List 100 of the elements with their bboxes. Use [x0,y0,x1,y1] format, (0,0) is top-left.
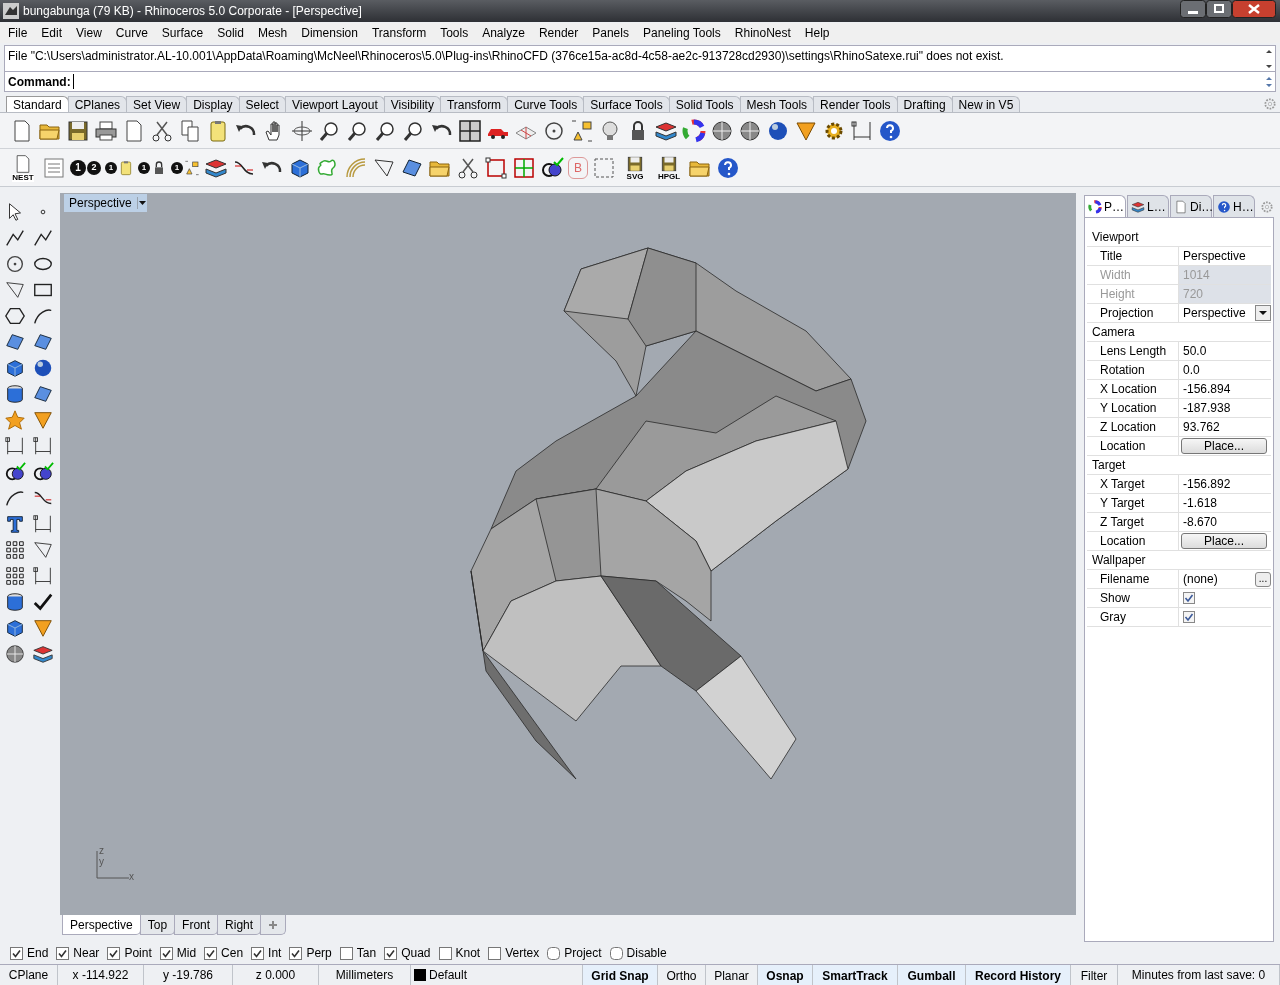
four-panes-icon[interactable] [458,118,482,143]
toolbar-tab[interactable]: Surface Tools [583,96,670,112]
printer-icon[interactable] [94,118,118,143]
panel-tab[interactable]: H… [1213,195,1255,217]
triangle-icon[interactable] [32,539,54,561]
osnap-label[interactable]: Tan [356,944,377,962]
property-value[interactable]: Perspective [1183,246,1246,266]
toolbar-tab[interactable]: Select [238,96,286,112]
checkbox[interactable] [1183,592,1195,604]
checkbox[interactable] [251,946,265,960]
toolbar-tab[interactable]: Set View [126,96,188,112]
text-tool-icon[interactable] [4,513,26,535]
property-value[interactable]: -8.670 [1183,512,1218,532]
close-icon[interactable] [1232,0,1276,18]
toolbar-tab[interactable]: Viewport Layout [284,96,385,112]
checkbox[interactable] [159,946,173,960]
triangle-icon[interactable] [4,279,26,301]
export-button[interactable]: SVG [620,154,650,181]
menu-item[interactable]: View [69,24,109,42]
checkbox[interactable] [339,946,353,960]
cube-icon[interactable] [4,617,26,639]
menu-item[interactable]: Dimension [294,24,365,42]
menu-item[interactable]: Curve [108,24,155,42]
place-button[interactable]: Place... [1181,438,1267,454]
status-toggle[interactable]: Gumball [898,965,966,985]
sphere-icon[interactable] [710,118,734,143]
menu-item[interactable]: Panels [585,24,636,42]
property-value[interactable]: -156.892 [1183,474,1231,494]
add-viewport-button[interactable] [260,915,287,935]
checkbox[interactable] [609,946,623,960]
checkbox[interactable] [10,946,23,960]
menu-item[interactable]: Analyze [475,24,532,42]
cylinder-icon[interactable] [4,383,26,405]
clipboard-icon[interactable] [118,159,134,176]
cube-icon[interactable] [4,357,26,379]
osnap-label[interactable]: Mid [176,944,197,962]
dimension-icon[interactable] [32,565,54,587]
osnap-label[interactable]: Int [268,944,282,962]
property-value[interactable]: 93.762 [1183,417,1220,437]
checkbox[interactable] [438,946,452,960]
cone-icon[interactable] [32,409,54,431]
property-value[interactable]: -187.938 [1183,398,1231,418]
shapes-icon[interactable] [570,118,594,143]
osnap-label[interactable]: Knot [455,944,481,962]
toolbar-tab[interactable]: Drafting [896,96,953,112]
dot-grid-icon[interactable] [4,565,26,587]
status-toggle[interactable]: Record History [966,965,1071,985]
checkbox[interactable] [384,946,398,960]
menu-item[interactable]: Solid [210,24,251,42]
viewport-tab[interactable]: Perspective [62,915,141,935]
checkbox[interactable] [289,946,303,960]
menu-item[interactable]: Help [797,24,837,42]
toolbar-tab[interactable]: Transform [439,96,509,112]
menu-item[interactable]: RhinoNest [727,24,798,42]
place-button[interactable]: Place... [1181,533,1267,549]
sphere-icon[interactable] [4,643,26,665]
minimize-icon[interactable] [1180,0,1206,18]
property-value[interactable]: Perspective [1183,304,1246,322]
menu-item[interactable]: Paneling Tools [635,24,728,42]
crosshair-icon[interactable] [290,118,314,143]
status-toggle[interactable]: Filter [1071,965,1118,985]
checkbox[interactable] [56,946,70,960]
viewport-tab[interactable]: Right [217,915,262,935]
rings-icon[interactable] [32,461,54,483]
checkbox[interactable] [488,946,502,960]
toolbar-tab[interactable]: Solid Tools [668,96,741,112]
toolbar-button[interactable]: NEST [8,153,38,182]
plus-icon[interactable] [268,919,279,930]
osnap-label[interactable]: Project [564,944,602,962]
menu-item[interactable]: Render [531,24,586,42]
osnap-label[interactable]: Point [124,944,152,962]
menu-item[interactable]: Tools [433,24,476,42]
browse-button[interactable]: ... [1255,571,1271,587]
status-toggle[interactable]: Grid Snap [583,965,658,985]
dropdown-caret-icon[interactable] [136,194,147,212]
polygon-icon[interactable] [4,305,26,327]
shapes-icon[interactable] [184,159,200,176]
surface-icon[interactable] [4,331,26,353]
dropdown-icon[interactable] [1255,305,1271,321]
glossy-sphere-icon[interactable] [32,357,54,379]
viewport-tab[interactable]: Front [174,915,219,935]
dimension-icon[interactable] [4,435,26,457]
rings-icon[interactable] [540,155,564,180]
toolbar-tab[interactable]: Standard [6,96,69,112]
panel-tab[interactable]: L… [1127,195,1169,217]
property-value[interactable]: 50.0 [1183,341,1207,361]
checkbox[interactable] [107,946,121,960]
osnap-label[interactable]: Disable [626,944,667,962]
osnap-label[interactable]: Cen [221,944,244,962]
circle-icon[interactable] [4,253,26,275]
help-icon[interactable] [878,118,902,143]
export-button[interactable]: HPGL [654,154,684,181]
checkbox[interactable] [204,946,218,960]
rings-icon[interactable] [4,461,26,483]
menu-item[interactable]: Surface [154,24,211,42]
property-value[interactable]: (none) [1183,570,1218,588]
surface-icon[interactable] [32,331,54,353]
status-toggle[interactable]: Osnap [758,965,813,985]
toolbar-tab[interactable]: Display [186,96,240,112]
color-wheel-icon[interactable] [682,118,706,143]
